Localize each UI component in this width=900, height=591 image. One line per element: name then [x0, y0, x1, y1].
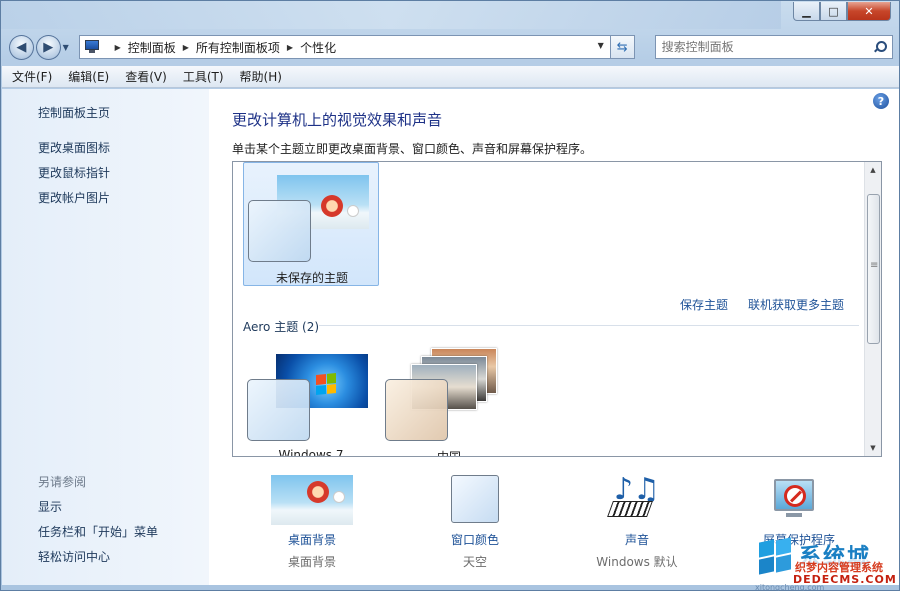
watermark-url: xitongcheng.com	[755, 583, 825, 591]
theme-list-scrollbar[interactable]: ▲ ▼	[864, 162, 881, 456]
breadcrumb-separator-icon[interactable]: ▶	[287, 43, 293, 52]
link-display[interactable]: 显示	[38, 498, 62, 515]
breadcrumb-separator-icon[interactable]: ▶	[115, 43, 121, 52]
page-title: 更改计算机上的视觉效果和声音	[232, 111, 443, 129]
window-glass-preview	[247, 379, 310, 441]
menu-view[interactable]: 查看(V)	[125, 68, 167, 85]
window-color-icon	[451, 475, 499, 523]
address-bar[interactable]: ▶ 控制面板 ▶ 所有控制面板项 ▶ 个性化 ▼	[78, 35, 611, 59]
scroll-up-icon[interactable]: ▲	[865, 162, 881, 178]
keyboard-icon	[607, 501, 653, 517]
link-taskbar-start-menu[interactable]: 任务栏和「开始」菜单	[38, 523, 158, 540]
get-more-themes-link[interactable]: 联机获取更多主题	[748, 296, 844, 313]
caption-buttons: ▁ □ ✕	[793, 2, 891, 21]
search-input[interactable]	[661, 40, 862, 54]
setting-name[interactable]: 桌面背景	[232, 531, 392, 548]
title-bar[interactable]	[1, 1, 781, 29]
group-divider	[319, 325, 859, 326]
scroll-down-icon[interactable]: ▼	[865, 440, 881, 456]
breadcrumb-separator-icon[interactable]: ▶	[183, 43, 189, 52]
link-change-account-picture[interactable]: 更改帐户图片	[38, 189, 110, 206]
windows-logo-icon	[316, 372, 336, 396]
close-button[interactable]: ✕	[847, 2, 891, 21]
theme-label: 未保存的主题	[275, 271, 348, 285]
setting-value: 桌面背景	[287, 555, 336, 569]
setting-value: 天空	[462, 555, 487, 569]
watermark: 系统城 织梦内容管理系统 DEDECMS.COM xitongcheng.com	[753, 537, 900, 591]
forward-button[interactable]: ▶	[35, 34, 61, 60]
link-change-desktop-icons[interactable]: 更改桌面图标	[38, 139, 110, 156]
maximize-button[interactable]: □	[820, 2, 847, 21]
breadcrumb-personalization[interactable]: 个性化	[300, 39, 336, 56]
link-ease-of-access[interactable]: 轻松访问中心	[38, 548, 110, 565]
monitor-stand-icon	[786, 513, 802, 517]
back-button[interactable]: ◀	[9, 34, 34, 60]
page-description: 单击某个主题立即更改桌面背景、窗口颜色、声音和屏幕保护程序。	[232, 142, 593, 156]
scroll-thumb[interactable]	[867, 194, 880, 344]
theme-unsaved[interactable]: 未保存的主题	[243, 162, 379, 286]
theme-china[interactable]: 中国	[381, 342, 517, 457]
minimize-button[interactable]: ▁	[793, 2, 820, 21]
link-control-panel-home[interactable]: 控制面板主页	[38, 104, 110, 121]
save-theme-link[interactable]: 保存主题	[680, 296, 728, 313]
screensaver-icon	[758, 475, 840, 525]
desktop-background-icon	[271, 475, 353, 525]
address-history-dropdown-icon[interactable]: ▼	[598, 41, 604, 50]
menu-help[interactable]: 帮助(H)	[240, 68, 282, 85]
navigation-row: ◀ ▶ ▼ ▶ 控制面板 ▶ 所有控制面板项 ▶ 个性化 ▼ ⇆	[9, 33, 893, 61]
setting-desktop-background[interactable]: 桌面背景 桌面背景	[232, 475, 392, 575]
sounds-icon: ♪♫	[596, 475, 678, 525]
cartoon-character-icon	[347, 205, 359, 217]
chevron-down-icon: ▼	[62, 42, 69, 52]
cartoon-character-icon	[333, 491, 345, 503]
cartoon-character-icon	[307, 481, 329, 503]
setting-value: Windows 默认	[596, 555, 678, 569]
theme-label: 中国	[436, 450, 461, 457]
main-content: ? 更改计算机上的视觉效果和声音 单击某个主题立即更改桌面背景、窗口颜色、声音和…	[209, 89, 899, 585]
setting-window-color[interactable]: 窗口颜色 天空	[395, 475, 555, 575]
setting-name[interactable]: 声音	[557, 531, 717, 548]
refresh-button[interactable]: ⇆	[610, 35, 635, 59]
setting-name[interactable]: 窗口颜色	[395, 531, 555, 548]
window-glass-preview	[385, 379, 448, 441]
arrow-right-icon: ▶	[43, 39, 54, 55]
breadcrumb-control-panel[interactable]: 控制面板	[128, 39, 176, 56]
recent-pages-dropdown[interactable]: ▼	[63, 43, 75, 52]
theme-windows7[interactable]: Windows 7	[243, 342, 379, 457]
window-glass-preview	[248, 200, 311, 262]
aero-themes-group: Aero 主题 (2)	[243, 320, 320, 334]
menu-edit[interactable]: 编辑(E)	[68, 68, 109, 85]
menu-file[interactable]: 文件(F)	[12, 68, 52, 85]
theme-list[interactable]: 未保存的主题 保存主题 联机获取更多主题 Aero 主题 (2) Windows…	[232, 161, 882, 457]
control-panel-icon	[84, 40, 100, 54]
no-screensaver-icon	[784, 485, 806, 507]
explorer-window: ▁ □ ✕ ◀ ▶ ▼ ▶ 控制面板 ▶ 所有控制面板项 ▶ 个性化 ▼ ⇆ 文…	[0, 0, 900, 591]
theme-label: Windows 7	[278, 448, 344, 457]
refresh-icon: ⇆	[616, 39, 628, 55]
search-box[interactable]	[654, 35, 893, 59]
help-icon[interactable]: ?	[873, 93, 889, 109]
arrow-left-icon: ◀	[16, 39, 27, 55]
task-pane: 控制面板主页 更改桌面图标 更改鼠标指针 更改帐户图片 另请参阅 显示 任务栏和…	[2, 89, 209, 585]
see-also-heading: 另请参阅	[38, 475, 87, 489]
menu-bar: 文件(F) 编辑(E) 查看(V) 工具(T) 帮助(H)	[2, 66, 899, 88]
menu-tools[interactable]: 工具(T)	[183, 68, 224, 85]
setting-sounds[interactable]: ♪♫ 声音 Windows 默认	[557, 475, 717, 575]
cartoon-character-icon	[321, 195, 343, 217]
watermark-logo-icon	[759, 537, 793, 575]
search-icon[interactable]	[874, 41, 887, 53]
link-change-mouse-pointers[interactable]: 更改鼠标指针	[38, 164, 110, 181]
breadcrumb-all-items[interactable]: 所有控制面板项	[196, 39, 280, 56]
